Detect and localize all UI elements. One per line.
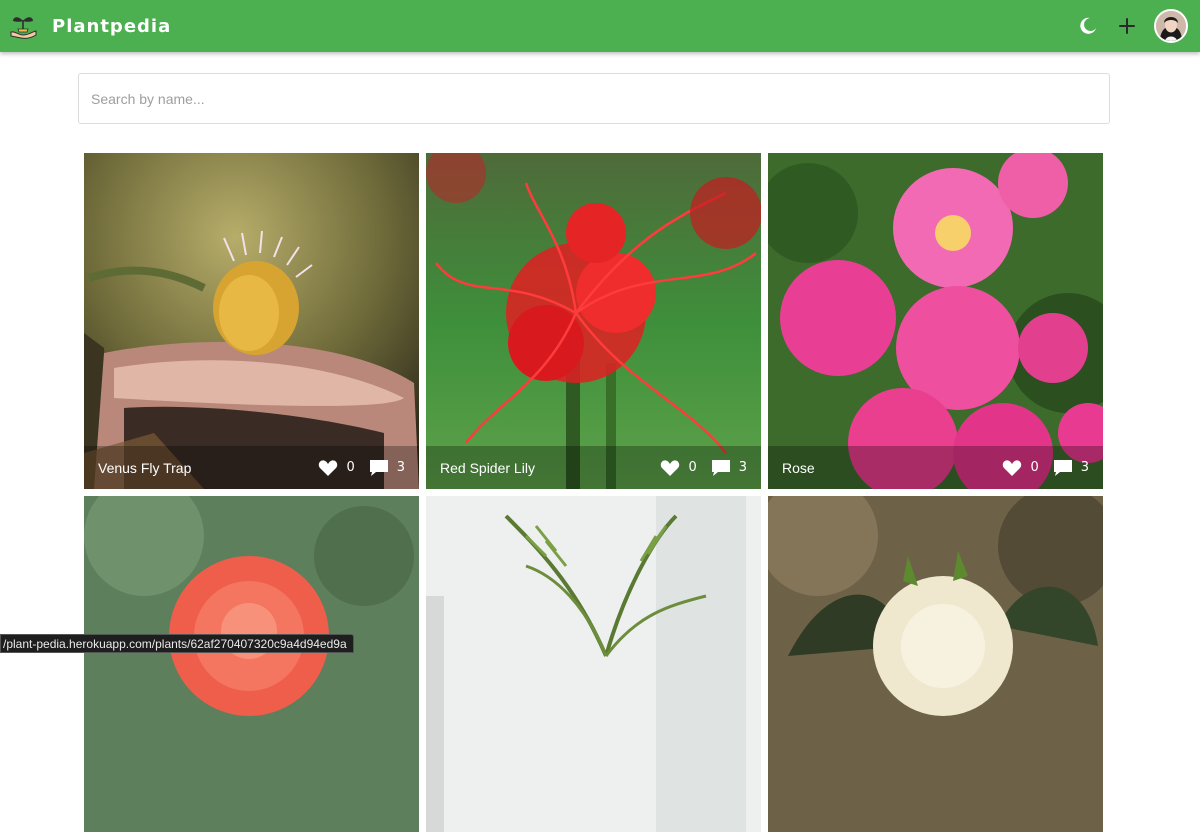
comment-button[interactable]: 3 bbox=[711, 459, 747, 477]
like-count: 0 bbox=[688, 460, 696, 475]
search-bar bbox=[78, 73, 1110, 124]
user-avatar[interactable] bbox=[1154, 9, 1188, 43]
plant-photo bbox=[768, 496, 1103, 832]
like-count: 0 bbox=[346, 460, 354, 475]
plant-name: Red Spider Lily bbox=[440, 460, 535, 476]
app-title: Plantpedia bbox=[52, 16, 171, 37]
plant-card-5[interactable] bbox=[426, 496, 761, 832]
card-stats: 0 3 bbox=[318, 459, 405, 477]
brand-link[interactable]: Plantpedia bbox=[8, 11, 171, 41]
navbar: Plantpedia bbox=[0, 0, 1200, 52]
comment-count: 3 bbox=[739, 460, 747, 475]
comment-button[interactable]: 3 bbox=[1053, 459, 1089, 477]
plant-photo bbox=[84, 496, 419, 832]
comment-button[interactable]: 3 bbox=[369, 459, 405, 477]
avatar-image bbox=[1156, 11, 1186, 41]
plant-photo bbox=[768, 153, 1103, 489]
card-stats: 0 3 bbox=[660, 459, 747, 477]
plant-photo bbox=[84, 153, 419, 489]
heart-icon bbox=[1002, 459, 1022, 477]
search-input[interactable] bbox=[78, 73, 1110, 124]
plant-hand-icon bbox=[8, 11, 38, 41]
plant-photo bbox=[426, 153, 761, 489]
plus-icon bbox=[1119, 18, 1135, 34]
plant-photo bbox=[426, 496, 761, 832]
plant-card-rose[interactable]: Rose 0 3 bbox=[768, 153, 1103, 489]
comment-icon bbox=[711, 459, 731, 477]
add-plant-button[interactable] bbox=[1110, 9, 1144, 43]
heart-icon bbox=[660, 459, 680, 477]
plant-card-4[interactable] bbox=[84, 496, 419, 832]
moon-icon bbox=[1079, 17, 1097, 35]
card-footer: Red Spider Lily 0 3 bbox=[426, 446, 761, 489]
heart-icon bbox=[318, 459, 338, 477]
like-button[interactable]: 0 bbox=[318, 459, 354, 477]
comment-count: 3 bbox=[397, 460, 405, 475]
card-footer: Venus Fly Trap 0 3 bbox=[84, 446, 419, 489]
like-button[interactable]: 0 bbox=[660, 459, 696, 477]
theme-toggle-button[interactable] bbox=[1071, 9, 1105, 43]
card-footer: Rose 0 3 bbox=[768, 446, 1103, 489]
status-url: /plant-pedia.herokuapp.com/plants/62af27… bbox=[3, 637, 347, 651]
like-button[interactable]: 0 bbox=[1002, 459, 1038, 477]
plant-name: Venus Fly Trap bbox=[98, 460, 191, 476]
card-stats: 0 3 bbox=[1002, 459, 1089, 477]
plant-card-red-spider-lily[interactable]: Red Spider Lily 0 3 bbox=[426, 153, 761, 489]
comment-count: 3 bbox=[1081, 460, 1089, 475]
like-count: 0 bbox=[1030, 460, 1038, 475]
plant-grid: Venus Fly Trap 0 3 bbox=[84, 153, 1103, 832]
comment-icon bbox=[369, 459, 389, 477]
nav-actions bbox=[1066, 9, 1188, 43]
link-preview-statusbar: /plant-pedia.herokuapp.com/plants/62af27… bbox=[0, 634, 354, 653]
plant-card-venus-fly-trap[interactable]: Venus Fly Trap 0 3 bbox=[84, 153, 419, 489]
plant-card-6[interactable] bbox=[768, 496, 1103, 832]
comment-icon bbox=[1053, 459, 1073, 477]
plant-name: Rose bbox=[782, 460, 815, 476]
